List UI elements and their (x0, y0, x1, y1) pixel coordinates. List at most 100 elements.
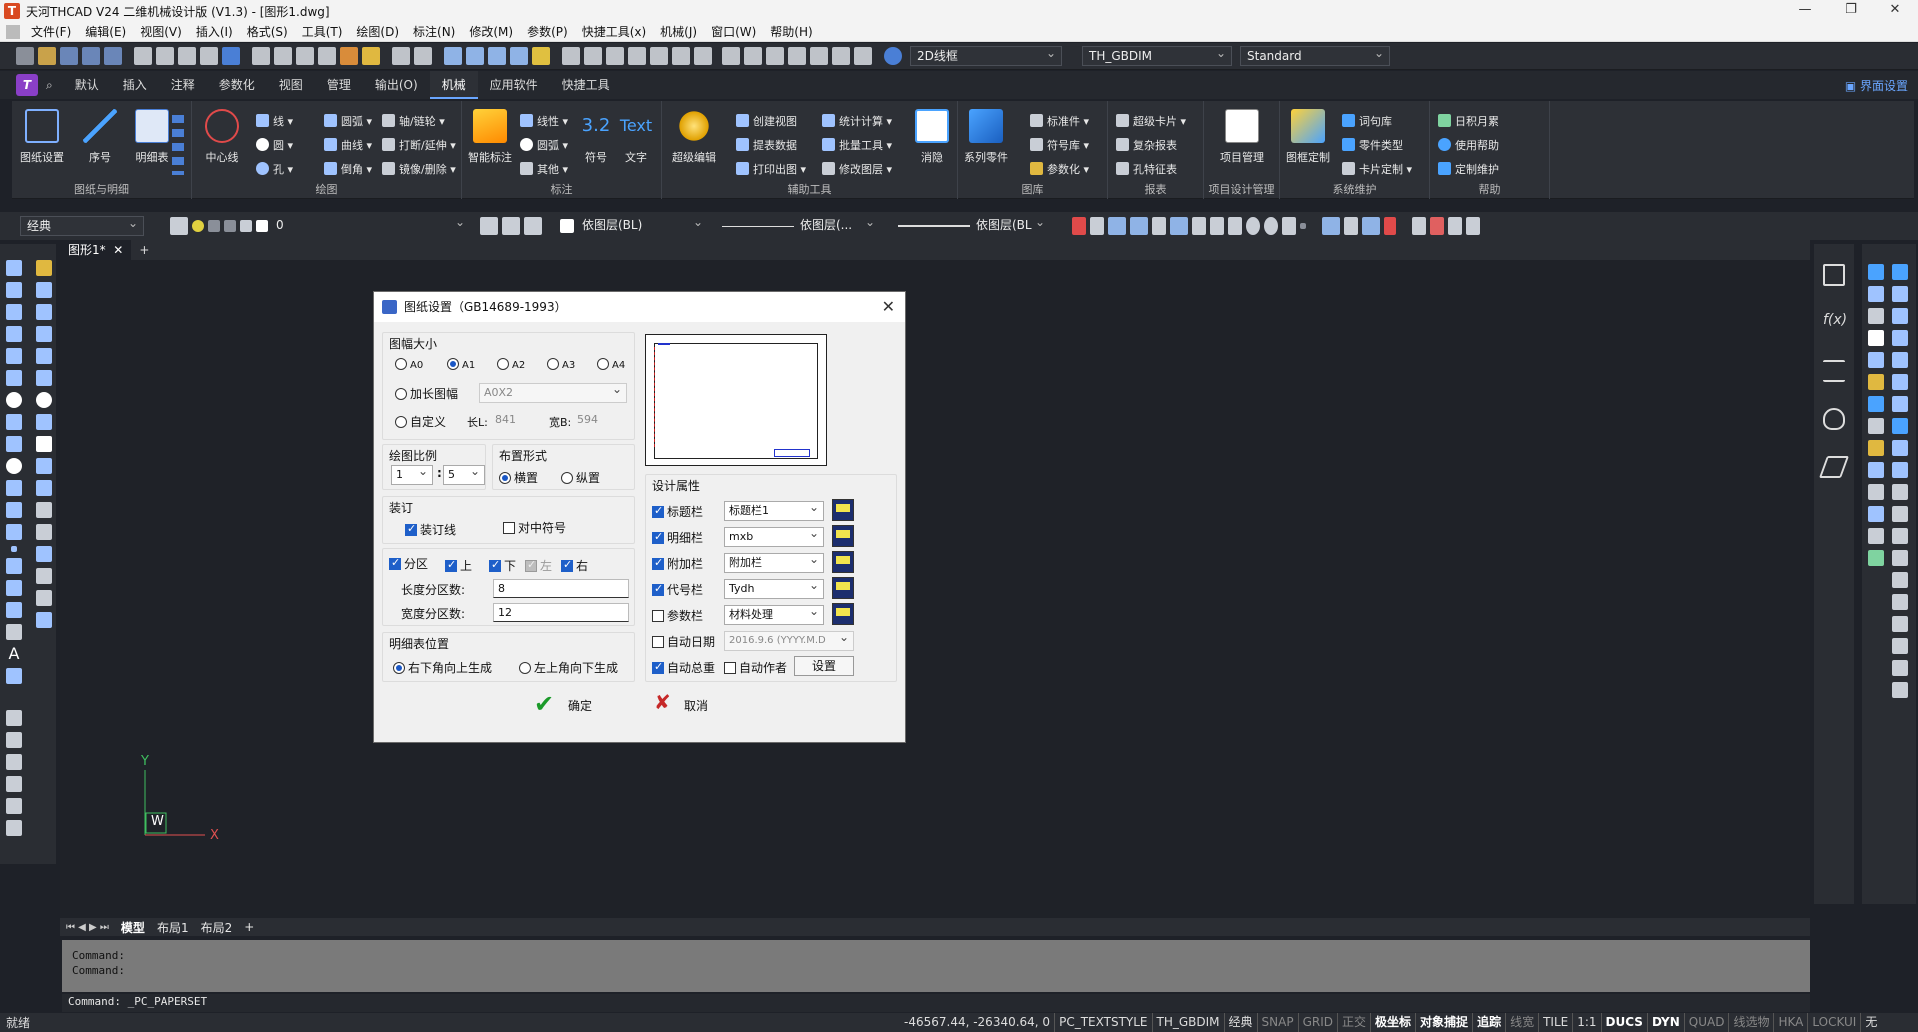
dialog-close-icon[interactable]: ✕ (882, 292, 895, 322)
other-dim-button[interactable]: 其他 ▾ (520, 161, 568, 179)
center-mark-checkbox[interactable]: 对中符号 (503, 519, 566, 536)
restore-button[interactable]: ❐ (1828, 0, 1874, 22)
3d-cube-icon[interactable] (1823, 264, 1845, 286)
mech-tool-a7-icon[interactable] (1868, 396, 1884, 412)
chamfer-button[interactable]: 倒角 ▾ (324, 161, 372, 179)
create-view-button[interactable]: 创建视图 (736, 113, 797, 131)
code-bar-select[interactable]: Tydh (724, 576, 824, 599)
auto-author-checkbox[interactable]: 自动作者 (724, 659, 787, 676)
break-at-point-icon[interactable] (36, 502, 52, 518)
insert-block-icon[interactable] (6, 502, 22, 518)
mech-tool-b20-icon[interactable] (1892, 682, 1908, 698)
snap-endpoint-icon[interactable] (1108, 217, 1126, 235)
tab-mechanical[interactable]: 机械 (429, 71, 478, 99)
status-tile[interactable]: TILE (1538, 1013, 1572, 1032)
status-quad[interactable]: QUAD (1683, 1013, 1729, 1032)
draw-ellipse-arc-icon[interactable] (6, 480, 22, 496)
status-otrack[interactable]: 追踪 (1472, 1013, 1505, 1032)
bom-bar-picker-icon[interactable] (832, 525, 854, 547)
mech-tool-a10-icon[interactable] (1868, 462, 1884, 478)
linear-dim-button[interactable]: 线性 ▾ (520, 113, 568, 131)
draw-circle-icon[interactable] (6, 392, 22, 408)
layer-print-icon[interactable] (240, 220, 252, 232)
paste-icon[interactable] (296, 47, 314, 65)
plot-icon[interactable] (178, 47, 196, 65)
dim-linear-icon[interactable] (1072, 217, 1086, 235)
radio-a3[interactable]: A3 (547, 357, 575, 371)
calculator-icon[interactable] (832, 47, 850, 65)
ucs-world-icon[interactable] (1430, 217, 1444, 235)
super-card-button[interactable]: 超级卡片 ▾ (1116, 113, 1186, 131)
cut-icon[interactable] (252, 47, 270, 65)
tab-output[interactable]: 输出(O) (363, 71, 430, 99)
code-bar-picker-icon[interactable] (832, 577, 854, 599)
mech-tool-b3-icon[interactable] (1892, 308, 1908, 324)
extra-bar-picker-icon[interactable] (832, 551, 854, 573)
array-icon[interactable] (36, 348, 52, 364)
arc-button[interactable]: 圆弧 ▾ (324, 113, 372, 131)
radio-portrait[interactable]: 纵置 (561, 469, 600, 486)
menu-quicktools[interactable]: 快捷工具(x) (575, 23, 653, 40)
trash-icon[interactable] (854, 47, 872, 65)
bom-tools-icon[interactable] (172, 115, 184, 175)
tab-apps[interactable]: 应用软件 (478, 71, 550, 99)
bom-bar-select[interactable]: mxb (724, 524, 824, 547)
tab-default[interactable]: 默认 (63, 71, 111, 99)
zone-right-checkbox[interactable]: 右 (561, 557, 588, 574)
tab-annotate[interactable]: 注释 (159, 71, 207, 99)
gradient-icon[interactable] (6, 580, 22, 596)
mech-tool-b9-icon[interactable] (1892, 440, 1908, 456)
dim-style-select[interactable]: TH_GBDIM (1082, 44, 1232, 66)
app-menu-button[interactable]: T (16, 74, 38, 96)
explode-icon[interactable] (36, 612, 52, 628)
document-tab[interactable]: 图形1* ✕ (60, 240, 132, 260)
save-all-icon[interactable] (104, 47, 122, 65)
menu-dimension[interactable]: 标注(N) (406, 23, 462, 40)
zones-checkbox[interactable]: 分区 (389, 555, 428, 572)
3d-box-icon[interactable] (562, 47, 580, 65)
zone-left-checkbox[interactable]: 左 (525, 557, 552, 574)
status-ortho[interactable]: 正交 (1337, 1013, 1370, 1032)
ui-settings-button[interactable]: ▣ 界面设置 (1845, 77, 1908, 94)
mech-tool-b18-icon[interactable] (1892, 638, 1908, 654)
draw-line-icon[interactable] (6, 260, 22, 276)
break-icon[interactable] (36, 524, 52, 540)
snap-node-icon[interactable] (1192, 217, 1206, 235)
text-button[interactable]: Text 文字 (610, 109, 662, 165)
layer-tool-5-icon[interactable] (6, 798, 22, 814)
snap-perpendicular-icon[interactable] (1210, 217, 1224, 235)
copy-icon[interactable] (274, 47, 292, 65)
dialog-titlebar[interactable]: 图纸设置（GB14689-1993） ✕ (374, 292, 905, 322)
mech-tool-b15-icon[interactable] (1892, 572, 1908, 588)
break-extend-button[interactable]: 打断/延伸 ▾ (382, 137, 456, 155)
layer-tool-4-icon[interactable] (6, 776, 22, 792)
layout-nav-icon[interactable]: ⏮ ◀ ▶ ⏭ (60, 922, 115, 933)
new-file-icon[interactable] (16, 47, 34, 65)
radio-a0[interactable]: A0 (395, 357, 423, 371)
auto-total-checkbox[interactable]: 自动总重 (652, 659, 715, 676)
print-icon[interactable] (134, 47, 152, 65)
mech-tool-b12-icon[interactable] (1892, 506, 1908, 522)
status-ducs[interactable]: DUCS (1600, 1013, 1647, 1032)
mech-tool-b6-icon[interactable] (1892, 374, 1908, 390)
search-icon[interactable]: ⌕ (46, 78, 53, 93)
rotate-icon[interactable] (36, 392, 52, 408)
status-osnap[interactable]: 对象捕捉 (1415, 1013, 1472, 1032)
draw-revcloud-icon[interactable] (6, 414, 22, 430)
length-input[interactable]: 841 (491, 411, 539, 430)
snap-extension-icon[interactable] (1344, 217, 1358, 235)
zoom-extents-icon[interactable] (650, 47, 668, 65)
print-out-button[interactable]: 打印出图 ▾ (736, 161, 806, 179)
draw-arc-icon[interactable] (6, 370, 22, 386)
close-button[interactable]: ✕ (1872, 0, 1918, 22)
join-icon[interactable] (36, 546, 52, 562)
project-mgmt-button[interactable]: 项目管理 (1216, 109, 1268, 165)
mech-tool-a14-icon[interactable] (1868, 550, 1884, 566)
zoom-all-icon[interactable] (510, 47, 528, 65)
mech-tool-a9-icon[interactable] (1868, 440, 1884, 456)
width-input[interactable]: 594 (573, 411, 625, 430)
ucs-origin-icon[interactable] (1448, 217, 1462, 235)
scale-icon[interactable] (36, 414, 52, 430)
status-line-select[interactable]: 线选物 (1728, 1013, 1773, 1032)
mech-tool-a5-icon[interactable] (1868, 352, 1884, 368)
